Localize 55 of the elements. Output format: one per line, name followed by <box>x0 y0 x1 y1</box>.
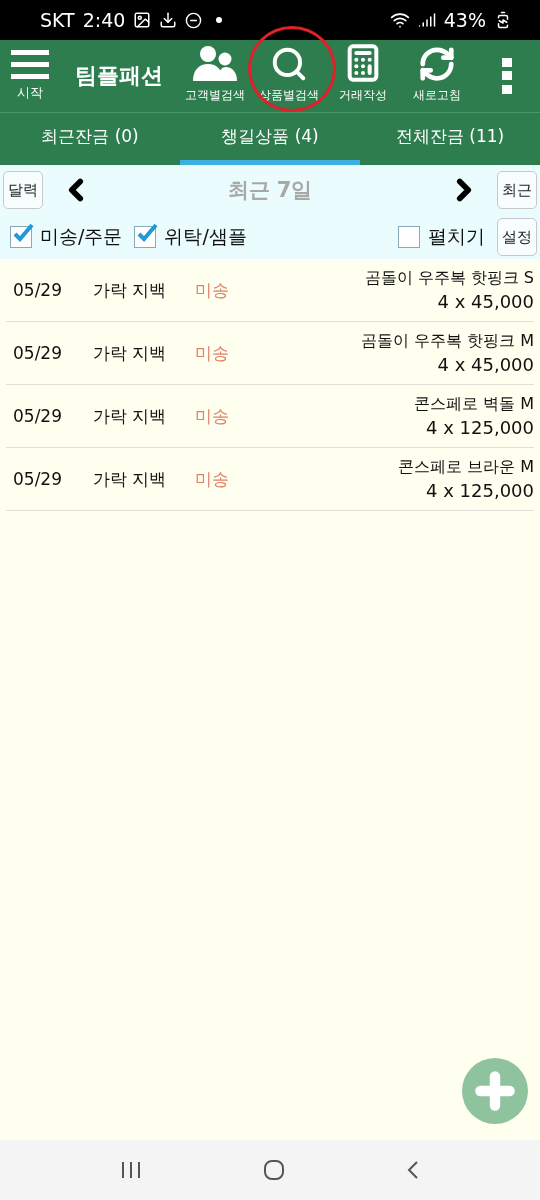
quantity-price: 4 x 45,000 <box>437 291 534 312</box>
quantity-price: 4 x 125,000 <box>426 480 534 501</box>
product-name: 콘스페로 브라운 M <box>398 457 534 478</box>
date-cell-text: 05/29 <box>13 280 63 300</box>
quantity-price: 4 x 125,000 <box>426 417 534 438</box>
quantity-price: 4 x 45,000 <box>437 354 534 375</box>
toolbar-button[interactable]: 상품별검색 <box>252 40 326 112</box>
tab[interactable]: 최근잔금 (0) <box>0 113 180 165</box>
download-icon <box>159 11 178 29</box>
checkbox[interactable] <box>398 226 420 248</box>
checkbox-label: 위탁/샘플 <box>164 224 247 249</box>
back-icon[interactable] <box>405 1160 420 1180</box>
people-icon <box>193 45 237 83</box>
tab[interactable]: 전체잔금 (11) <box>360 113 540 165</box>
date-cell-text: 05/29 <box>13 343 63 363</box>
customer-cell-text: 가락 지백 <box>93 341 168 365</box>
period-label: 최근 7일 <box>226 177 314 204</box>
signal-icon <box>417 11 436 29</box>
status-cell-text: 미송 <box>195 467 230 491</box>
date-cell-text: 05/29 <box>13 469 63 489</box>
carrier: SKT <box>40 9 75 31</box>
customer-cell-text: 가락 지백 <box>93 467 168 491</box>
recent-button[interactable]: 최근 <box>497 171 537 209</box>
home-icon[interactable] <box>263 1159 285 1181</box>
menu-icon <box>11 50 49 80</box>
calendar-button[interactable]: 달력 <box>3 171 43 209</box>
checkbox-label: 미송/주문 <box>40 224 123 249</box>
dot-icon <box>216 17 223 23</box>
recent-apps-icon[interactable] <box>120 1161 143 1179</box>
date-cell-text: 05/29 <box>13 406 63 426</box>
customer-cell-text: 가락 지백 <box>93 404 168 428</box>
app-title: 팀플패션 <box>74 62 164 90</box>
menu-button[interactable]: 시작 <box>0 40 60 112</box>
product-name: 곰돌이 우주복 핫핑크 M <box>360 331 534 352</box>
toolbar-button[interactable]: 새로고침 <box>400 40 474 112</box>
image-icon <box>133 11 152 29</box>
battery-percent: 43% <box>443 9 486 31</box>
toolbar-button[interactable]: 고객별검색 <box>178 40 252 112</box>
more-icon <box>502 58 512 94</box>
checkbox[interactable] <box>10 226 32 248</box>
toolbar-button[interactable]: 거래작성 <box>326 40 400 112</box>
status-cell-text: 미송 <box>195 278 230 302</box>
dnd-icon <box>185 11 203 29</box>
wifi-icon <box>389 10 410 30</box>
status-cell-text: 미송 <box>195 341 230 365</box>
search-icon <box>270 45 308 83</box>
clock: 2:40 <box>82 9 126 31</box>
checkbox-label: 펼치기 <box>428 224 485 249</box>
settings-button[interactable]: 설정 <box>497 218 537 256</box>
product-name: 곰돌이 우주복 핫핑크 S <box>364 268 534 289</box>
customer-cell-text: 가락 지백 <box>93 278 168 302</box>
status-cell-text: 미송 <box>195 404 230 428</box>
refresh-icon <box>418 45 456 83</box>
checkbox[interactable] <box>134 226 157 248</box>
product-name: 콘스페로 벽돌 M <box>414 394 534 415</box>
